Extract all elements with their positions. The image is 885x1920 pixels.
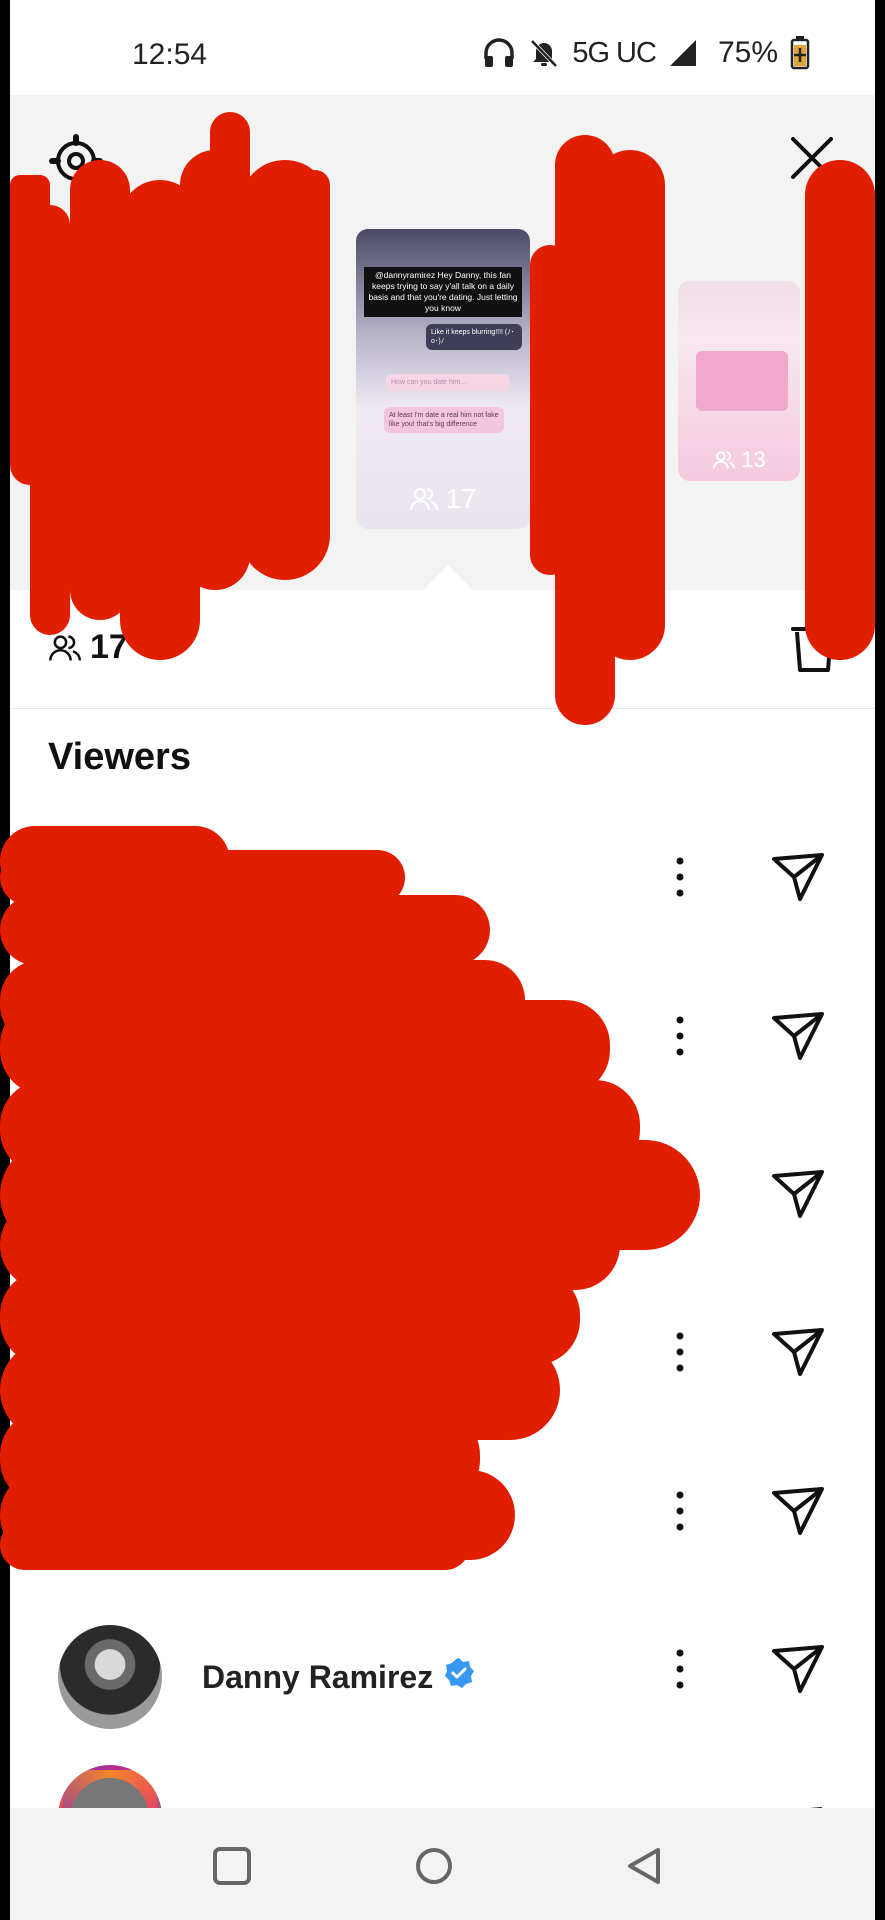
more-vertical-icon[interactable] bbox=[672, 1645, 688, 1700]
viewer-row[interactable]: Danny Ramirez bbox=[10, 1615, 875, 1729]
more-vertical-icon[interactable] bbox=[672, 1012, 688, 1067]
send-icon[interactable] bbox=[770, 1643, 826, 1700]
viewers-icon bbox=[713, 451, 736, 469]
signal-icon bbox=[668, 38, 698, 68]
status-bar: 12:54 5G UC 75% bbox=[10, 0, 875, 95]
more-vertical-icon[interactable] bbox=[672, 1487, 688, 1542]
mute-bell-icon bbox=[528, 37, 560, 69]
viewers-heading: Viewers bbox=[48, 736, 191, 778]
viewers-icon bbox=[49, 634, 81, 661]
system-nav-bar bbox=[10, 1808, 875, 1920]
status-time: 12:54 bbox=[132, 38, 208, 71]
current-story-thumbnail[interactable]: @dannyramirez Hey Danny, this fan keeps … bbox=[356, 229, 530, 529]
send-icon[interactable] bbox=[770, 1168, 826, 1225]
viewer-row[interactable] bbox=[10, 1765, 875, 1808]
next-story-view-count: 13 bbox=[678, 447, 800, 473]
avatar-story-ring[interactable] bbox=[58, 1765, 162, 1808]
avatar[interactable] bbox=[58, 1625, 162, 1729]
story-bubble: Like it keeps blurring!!!! (ﾉ･o･)ﾉ bbox=[426, 324, 522, 350]
viewer-count[interactable]: 17 bbox=[48, 628, 128, 667]
send-icon[interactable] bbox=[770, 851, 826, 908]
frame-right bbox=[875, 0, 885, 1920]
redaction-mark bbox=[595, 150, 665, 660]
viewer-name-text: Danny Ramirez bbox=[202, 1658, 434, 1695]
redaction-mark bbox=[300, 170, 330, 480]
nav-back-icon[interactable] bbox=[624, 1846, 664, 1891]
story-bubble-preview bbox=[696, 351, 788, 411]
story-bubble: How can you date him... bbox=[386, 374, 510, 391]
redaction-mark bbox=[30, 205, 70, 635]
more-vertical-icon[interactable] bbox=[672, 1328, 688, 1383]
story-view-count-value: 17 bbox=[445, 483, 477, 514]
frame-left bbox=[0, 0, 10, 1920]
battery-icon bbox=[790, 36, 810, 70]
viewers-icon bbox=[410, 487, 439, 511]
story-caption: @dannyramirez Hey Danny, this fan keeps … bbox=[364, 267, 522, 317]
send-icon[interactable] bbox=[770, 1485, 826, 1542]
battery-percent: 75% bbox=[717, 36, 778, 69]
next-story-thumbnail[interactable]: 13 bbox=[678, 281, 800, 481]
story-view-count: 17 bbox=[356, 483, 530, 515]
more-vertical-icon[interactable] bbox=[672, 853, 688, 908]
viewer-name[interactable]: Danny Ramirez bbox=[202, 1657, 475, 1697]
send-icon[interactable] bbox=[770, 1326, 826, 1383]
redaction-mark bbox=[805, 160, 875, 660]
verified-badge-icon bbox=[443, 1657, 475, 1697]
redaction-mark bbox=[0, 895, 490, 965]
redaction-mark bbox=[0, 1520, 470, 1570]
network-label: 5G UC bbox=[572, 36, 657, 69]
status-icons: 5G UC 75% bbox=[482, 36, 810, 70]
next-story-view-count-value: 13 bbox=[741, 447, 766, 472]
nav-circle-icon[interactable] bbox=[414, 1846, 454, 1891]
nav-square-icon[interactable] bbox=[212, 1846, 252, 1891]
story-bubble: At least I'm date a real him not fake li… bbox=[384, 407, 504, 433]
send-icon[interactable] bbox=[770, 1010, 826, 1067]
selected-story-pointer bbox=[422, 565, 474, 591]
headphones-icon bbox=[482, 37, 516, 69]
